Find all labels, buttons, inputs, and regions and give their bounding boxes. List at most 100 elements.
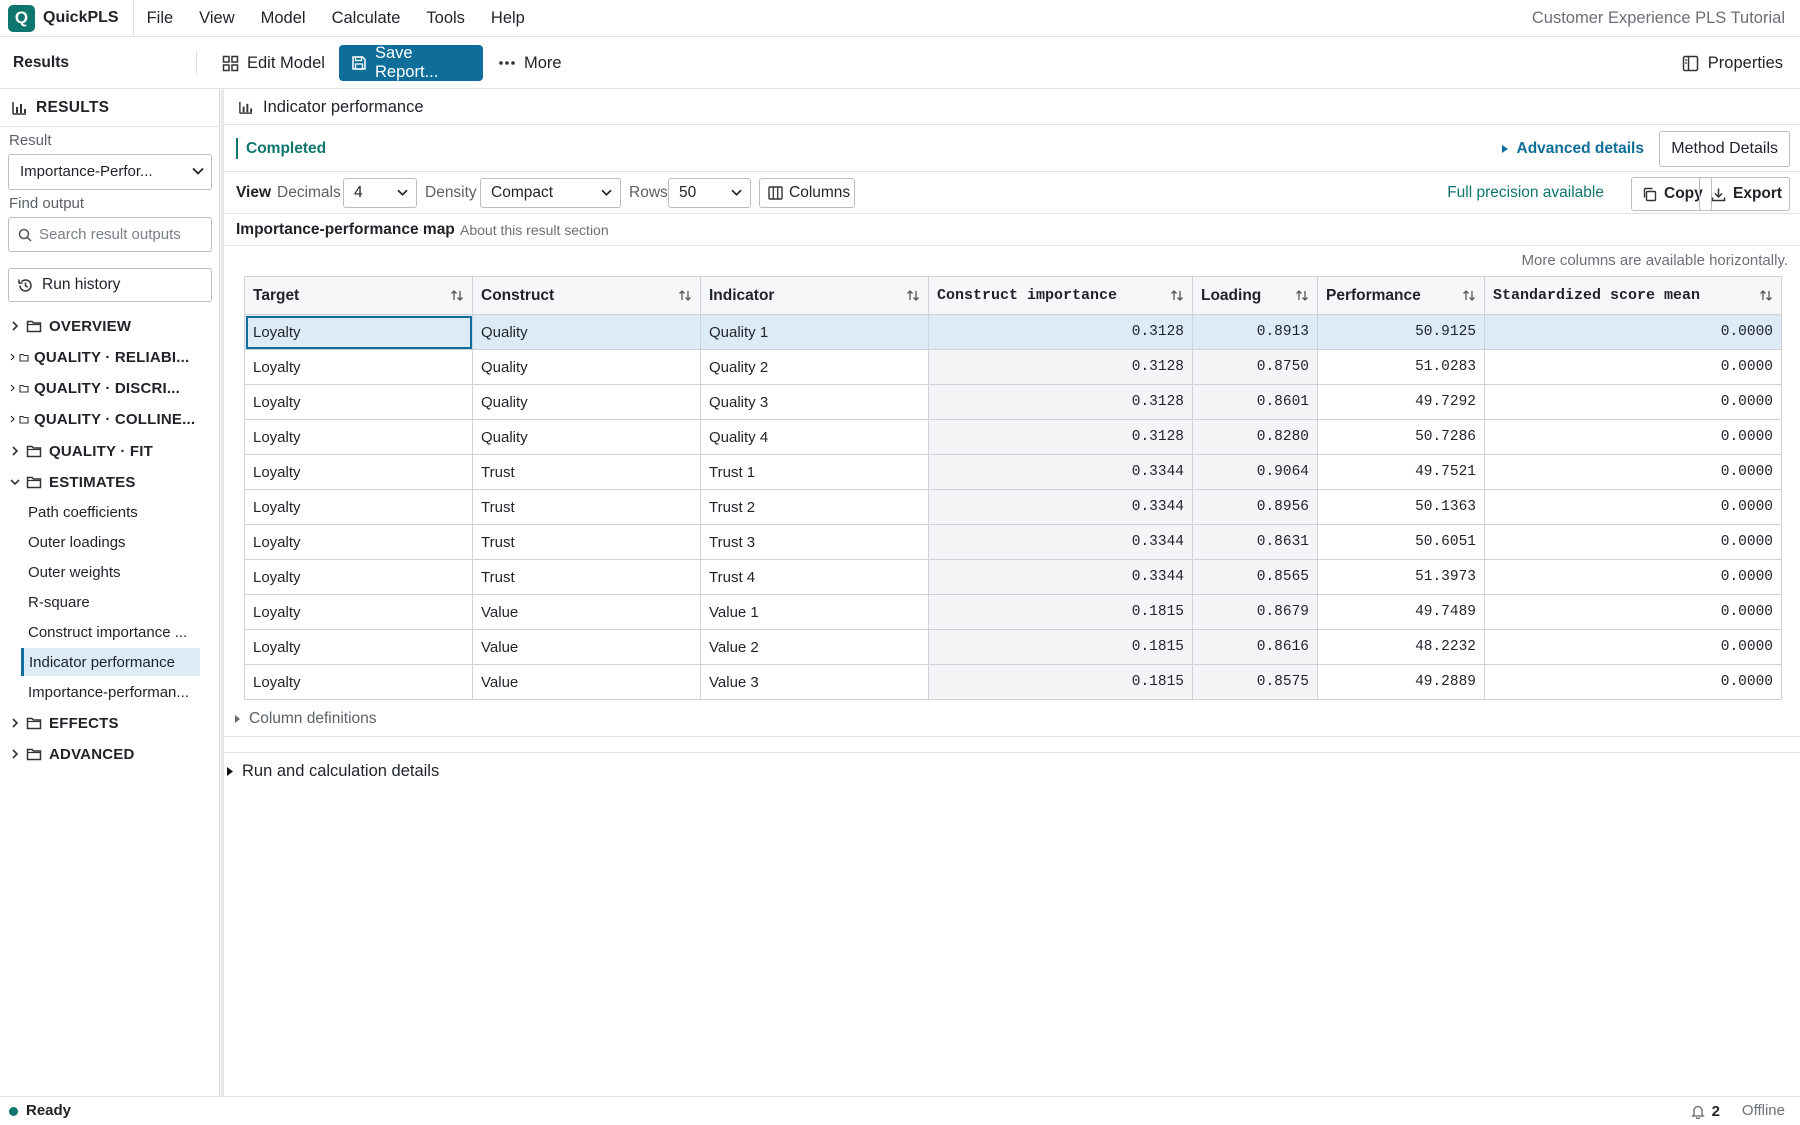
cell-construct[interactable]: Value: [472, 594, 701, 630]
cell-indicator[interactable]: Trust 3: [700, 524, 929, 560]
cell-construct[interactable]: Quality: [472, 314, 701, 350]
cell-construct-importance[interactable]: 0.3344: [928, 524, 1193, 560]
cell-target[interactable]: Loyalty: [244, 489, 473, 525]
result-select[interactable]: Importance-Perfor...: [8, 154, 212, 190]
column-header-performance[interactable]: Performance: [1317, 276, 1485, 315]
cell-construct-importance[interactable]: 0.3128: [928, 419, 1193, 455]
cell-indicator[interactable]: Quality 2: [700, 349, 929, 385]
cell-construct[interactable]: Trust: [472, 559, 701, 595]
table-row[interactable]: Loyalty Quality Quality 1 0.3128 0.8913 50.91…: [244, 314, 1782, 350]
cell-construct-importance[interactable]: 0.3344: [928, 454, 1193, 490]
tree-group-advanced[interactable]: ADVANCED: [8, 741, 135, 767]
sidebar-item-construct-importance[interactable]: Construct importance ...: [21, 618, 200, 646]
cell-loading[interactable]: 0.8631: [1192, 524, 1318, 560]
menu-calculate[interactable]: Calculate: [319, 0, 414, 37]
column-definitions-toggle[interactable]: Column definitions: [224, 701, 1800, 737]
tree-group-quality-collinearity[interactable]: QUALITY · COLLINE...: [8, 406, 195, 432]
sidebar-item-r-square[interactable]: R-square: [21, 588, 200, 616]
cell-performance[interactable]: 49.7521: [1317, 454, 1485, 490]
table-row[interactable]: Loyalty Value Value 2 0.1815 0.8616 48.2232 0.…: [244, 629, 1782, 665]
cell-loading[interactable]: 0.8913: [1192, 314, 1318, 350]
cell-indicator[interactable]: Trust 4: [700, 559, 929, 595]
tree-group-estimates[interactable]: ESTIMATES: [8, 469, 136, 495]
cell-indicator[interactable]: Value 3: [700, 664, 929, 700]
cell-indicator[interactable]: Trust 2: [700, 489, 929, 525]
cell-standardized-score-mean[interactable]: 0.0000: [1484, 349, 1782, 385]
menu-model[interactable]: Model: [248, 0, 319, 37]
table-row[interactable]: Loyalty Trust Trust 4 0.3344 0.8565 51.3973 0.…: [244, 559, 1782, 595]
cell-indicator[interactable]: Value 1: [700, 594, 929, 630]
cell-target[interactable]: Loyalty: [244, 384, 473, 420]
search-input[interactable]: [39, 218, 207, 251]
cell-performance[interactable]: 51.3973: [1317, 559, 1485, 595]
density-select[interactable]: Compact: [480, 178, 621, 208]
menu-tools[interactable]: Tools: [413, 0, 478, 37]
advanced-details-toggle[interactable]: Advanced details: [1501, 125, 1644, 172]
cell-loading[interactable]: 0.8679: [1192, 594, 1318, 630]
cell-indicator[interactable]: Value 2: [700, 629, 929, 665]
cell-loading[interactable]: 0.8575: [1192, 664, 1318, 700]
table-row[interactable]: Loyalty Trust Trust 3 0.3344 0.8631 50.6051 0.…: [244, 524, 1782, 560]
table-row[interactable]: Loyalty Trust Trust 1 0.3344 0.9064 49.7521 0.…: [244, 454, 1782, 490]
notifications-button[interactable]: 2: [1690, 1097, 1720, 1125]
cell-loading[interactable]: 0.8750: [1192, 349, 1318, 385]
column-header-construct-importance[interactable]: Construct importance: [928, 276, 1193, 315]
more-button[interactable]: More: [490, 45, 570, 81]
cell-standardized-score-mean[interactable]: 0.0000: [1484, 664, 1782, 700]
cell-performance[interactable]: 48.2232: [1317, 629, 1485, 665]
cell-construct-importance[interactable]: 0.3344: [928, 489, 1193, 525]
cell-construct[interactable]: Trust: [472, 524, 701, 560]
column-header-indicator[interactable]: Indicator: [700, 276, 929, 315]
cell-loading[interactable]: 0.8601: [1192, 384, 1318, 420]
cell-performance[interactable]: 50.6051: [1317, 524, 1485, 560]
cell-construct[interactable]: Trust: [472, 454, 701, 490]
cell-indicator[interactable]: Quality 1: [700, 314, 929, 350]
sidebar-item-outer-loadings[interactable]: Outer loadings: [21, 528, 200, 556]
sidebar-item-outer-weights[interactable]: Outer weights: [21, 558, 200, 586]
menu-view[interactable]: View: [186, 0, 247, 37]
column-header-target[interactable]: Target: [244, 276, 473, 315]
cell-target[interactable]: Loyalty: [244, 664, 473, 700]
about-section-link[interactable]: About this result section: [460, 214, 609, 246]
cell-construct[interactable]: Trust: [472, 489, 701, 525]
run-history-button[interactable]: Run history: [8, 268, 212, 302]
columns-button[interactable]: Columns: [759, 178, 855, 208]
cell-standardized-score-mean[interactable]: 0.0000: [1484, 419, 1782, 455]
cell-loading[interactable]: 0.8565: [1192, 559, 1318, 595]
column-header-construct[interactable]: Construct: [472, 276, 701, 315]
decimals-select[interactable]: 4: [343, 178, 417, 208]
table-row[interactable]: Loyalty Value Value 3 0.1815 0.8575 49.2889 0.…: [244, 664, 1782, 700]
tree-group-effects[interactable]: EFFECTS: [8, 710, 119, 736]
cell-loading[interactable]: 0.9064: [1192, 454, 1318, 490]
table-row[interactable]: Loyalty Quality Quality 4 0.3128 0.8280 50.72…: [244, 419, 1782, 455]
table-row[interactable]: Loyalty Quality Quality 3 0.3128 0.8601 49.72…: [244, 384, 1782, 420]
run-details-toggle[interactable]: Run and calculation details: [226, 754, 439, 788]
cell-performance[interactable]: 49.7292: [1317, 384, 1485, 420]
cell-indicator[interactable]: Trust 1: [700, 454, 929, 490]
cell-construct[interactable]: Quality: [472, 419, 701, 455]
sidebar-item-indicator-performance[interactable]: Indicator performance: [21, 648, 200, 676]
edit-model-button[interactable]: Edit Model: [214, 45, 333, 81]
rows-select[interactable]: 50: [668, 178, 751, 208]
cell-construct-importance[interactable]: 0.3128: [928, 349, 1193, 385]
cell-construct-importance[interactable]: 0.3344: [928, 559, 1193, 595]
cell-standardized-score-mean[interactable]: 0.0000: [1484, 384, 1782, 420]
sidebar-item-importance-performance[interactable]: Importance-performan...: [21, 678, 200, 706]
column-header-standardized-score-mean[interactable]: Standardized score mean: [1484, 276, 1782, 315]
cell-target[interactable]: Loyalty: [244, 314, 473, 350]
tree-group-quality-discriminant[interactable]: QUALITY · DISCRI...: [8, 375, 180, 401]
cell-construct[interactable]: Value: [472, 664, 701, 700]
cell-indicator[interactable]: Quality 4: [700, 419, 929, 455]
tree-group-quality-fit[interactable]: QUALITY · FIT: [8, 438, 153, 464]
cell-performance[interactable]: 51.0283: [1317, 349, 1485, 385]
table-row[interactable]: Loyalty Value Value 1 0.1815 0.8679 49.7489 0.…: [244, 594, 1782, 630]
cell-loading[interactable]: 0.8956: [1192, 489, 1318, 525]
sidebar-item-path-coefficients[interactable]: Path coefficients: [21, 498, 200, 526]
cell-loading[interactable]: 0.8280: [1192, 419, 1318, 455]
cell-target[interactable]: Loyalty: [244, 419, 473, 455]
cell-construct[interactable]: Value: [472, 629, 701, 665]
cell-performance[interactable]: 50.7286: [1317, 419, 1485, 455]
tree-group-overview[interactable]: OVERVIEW: [8, 313, 131, 339]
cell-target[interactable]: Loyalty: [244, 594, 473, 630]
cell-construct-importance[interactable]: 0.1815: [928, 629, 1193, 665]
